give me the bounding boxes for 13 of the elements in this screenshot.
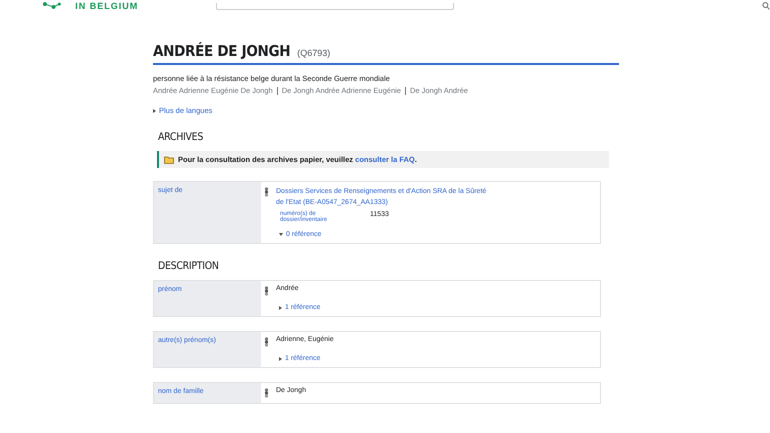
rank-icon[interactable] [264, 286, 269, 296]
search-field[interactable] [216, 2, 454, 10]
section-heading: ARCHIVES [158, 131, 204, 143]
entity-title: ANDRÉE DE JONGH [153, 42, 290, 60]
rank-icon[interactable] [264, 388, 269, 398]
search-icon[interactable] [762, 2, 770, 10]
rank-icon[interactable] [264, 337, 269, 347]
folder-icon [164, 156, 174, 164]
entity-id: (Q6793) [297, 48, 330, 58]
section-heading: DESCRIPTION [158, 260, 220, 272]
network-logo-icon [42, 2, 62, 10]
rank-icon[interactable] [264, 187, 269, 197]
logo-text: IN BELGIUM [75, 1, 138, 11]
